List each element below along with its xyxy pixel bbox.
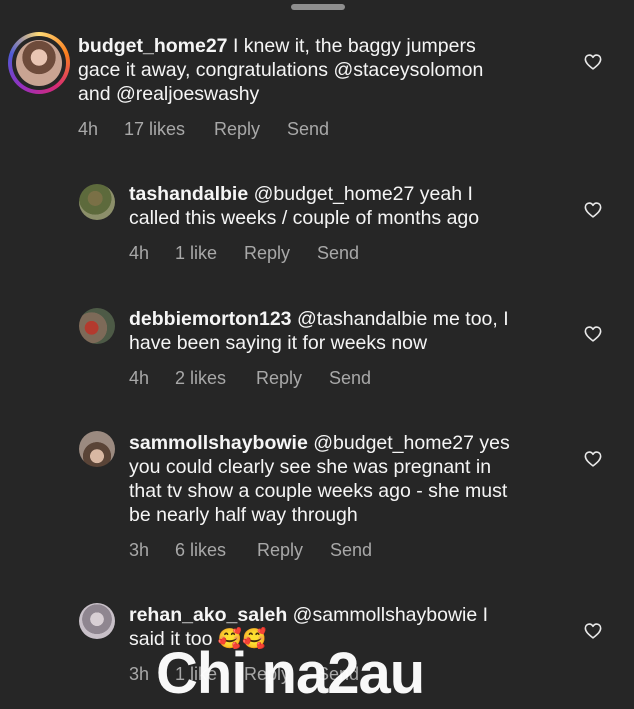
comment-username[interactable]: debbiemorton123 xyxy=(129,308,292,330)
comment-likes[interactable]: 2 likes xyxy=(175,368,256,389)
avatar[interactable] xyxy=(79,184,115,220)
comment-meta: 3h 6 likes Reply Send xyxy=(129,540,372,561)
send-button[interactable]: Send xyxy=(329,368,371,389)
comment-username[interactable]: sammollshaybowie xyxy=(129,432,308,454)
comment-username[interactable]: tashandalbie xyxy=(129,183,248,205)
like-heart-icon[interactable] xyxy=(584,623,602,639)
like-heart-icon[interactable] xyxy=(584,202,602,218)
reply-button[interactable]: Reply xyxy=(214,119,287,140)
comment-meta: 4h 17 likes Reply Send xyxy=(78,119,329,140)
comment-time: 4h xyxy=(129,368,150,388)
watermark: Chi na2au xyxy=(156,641,425,706)
comment-meta: 4h 2 likes Reply Send xyxy=(129,368,371,389)
comment-body: sammollshaybowie @budget_home27 yes you … xyxy=(129,431,599,527)
comment-likes[interactable]: 6 likes xyxy=(175,540,257,561)
reply-button[interactable]: Reply xyxy=(257,540,330,561)
send-button[interactable]: Send xyxy=(330,540,372,561)
comment-likes[interactable]: 17 likes xyxy=(124,119,214,140)
avatar[interactable] xyxy=(79,431,115,467)
send-button[interactable]: Send xyxy=(287,119,329,140)
comment-time: 4h xyxy=(129,243,150,263)
like-heart-icon[interactable] xyxy=(584,54,602,70)
reply-button[interactable]: Reply xyxy=(244,243,317,264)
comment-time: 3h xyxy=(129,540,150,560)
comment-body: budget_home27 I knew it, the baggy jumpe… xyxy=(78,34,578,106)
comment-username[interactable]: rehan_ako_saleh xyxy=(129,604,287,626)
avatar[interactable] xyxy=(79,308,115,344)
comment-username[interactable]: budget_home27 xyxy=(78,35,228,57)
comment-time: 4h xyxy=(78,119,99,139)
like-heart-icon[interactable] xyxy=(584,451,602,467)
like-heart-icon[interactable] xyxy=(584,326,602,342)
comment-body: tashandalbie @budget_home27 yeah I calle… xyxy=(129,182,589,230)
comment-likes[interactable]: 1 like xyxy=(175,243,244,264)
sheet-grabber[interactable] xyxy=(291,4,345,10)
send-button[interactable]: Send xyxy=(317,243,359,264)
reply-button[interactable]: Reply xyxy=(256,368,329,389)
comment-body: debbiemorton123 @tashandalbie me too, I … xyxy=(129,307,589,355)
avatar[interactable] xyxy=(8,32,70,94)
avatar[interactable] xyxy=(79,603,115,639)
comment-meta: 4h 1 like Reply Send xyxy=(129,243,359,264)
